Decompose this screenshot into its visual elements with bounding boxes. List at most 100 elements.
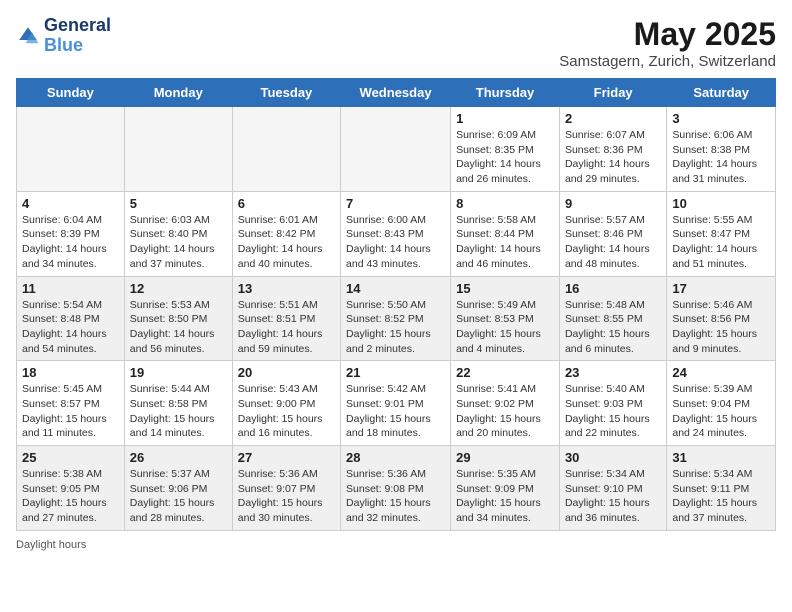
week-row-0: 1 Sunrise: 6:09 AM Sunset: 8:35 PM Daylig…	[17, 107, 776, 192]
day-info: Sunrise: 6:07 AM Sunset: 8:36 PM Dayligh…	[565, 128, 661, 187]
logo-text: General Blue	[44, 16, 111, 56]
day-info: Sunrise: 5:50 AM Sunset: 8:52 PM Dayligh…	[346, 298, 445, 357]
day-number: 22	[456, 365, 554, 380]
day-info: Sunrise: 5:57 AM Sunset: 8:46 PM Dayligh…	[565, 213, 661, 272]
day-info: Sunrise: 6:09 AM Sunset: 8:35 PM Dayligh…	[456, 128, 554, 187]
calendar-cell: 4Sunrise: 6:04 AM Sunset: 8:39 PM Daylig…	[17, 191, 125, 276]
calendar-cell: 6Sunrise: 6:01 AM Sunset: 8:42 PM Daylig…	[232, 191, 340, 276]
calendar-cell: 19Sunrise: 5:44 AM Sunset: 8:58 PM Dayli…	[124, 361, 232, 446]
calendar-cell: 3Sunrise: 6:06 AM Sunset: 8:38 PM Daylig…	[667, 107, 776, 192]
logo-line1: General	[44, 16, 111, 36]
day-number: 30	[565, 450, 661, 465]
day-info: Sunrise: 5:36 AM Sunset: 9:08 PM Dayligh…	[346, 467, 445, 526]
day-info: Sunrise: 5:35 AM Sunset: 9:09 PM Dayligh…	[456, 467, 554, 526]
week-row-4: 25Sunrise: 5:38 AM Sunset: 9:05 PM Dayli…	[17, 446, 776, 531]
day-number: 8	[456, 196, 554, 211]
day-info: Sunrise: 5:48 AM Sunset: 8:55 PM Dayligh…	[565, 298, 661, 357]
header-sunday: Sunday	[17, 79, 125, 107]
day-info: Sunrise: 6:00 AM Sunset: 8:43 PM Dayligh…	[346, 213, 445, 272]
calendar-cell: 11Sunrise: 5:54 AM Sunset: 8:48 PM Dayli…	[17, 276, 125, 361]
day-info: Sunrise: 5:46 AM Sunset: 8:56 PM Dayligh…	[672, 298, 770, 357]
calendar-cell: 20 Sunrise: 5:43 AM Sunset: 9:00 PM Dayli…	[232, 361, 340, 446]
day-info: Sunrise: 5:36 AM Sunset: 9:07 PM Dayligh…	[238, 467, 335, 526]
day-info: Sunrise: 5:39 AM Sunset: 9:04 PM Dayligh…	[672, 382, 770, 441]
day-number: 17	[672, 281, 770, 296]
title-block: May 2025 Samstagern, Zurich, Switzerland	[559, 16, 776, 70]
header-friday: Friday	[559, 79, 666, 107]
calendar-cell: 26 Sunrise: 5:37 AM Sunset: 9:06 PM Dayli…	[124, 446, 232, 531]
day-info: Sunrise: 5:45 AM Sunset: 8:57 PM Dayligh…	[22, 382, 119, 441]
day-number: 26	[130, 450, 227, 465]
day-info: Sunrise: 6:01 AM Sunset: 8:42 PM Dayligh…	[238, 213, 335, 272]
header-thursday: Thursday	[451, 79, 560, 107]
day-number: 24	[672, 365, 770, 380]
day-number: 20	[238, 365, 335, 380]
week-row-2: 11Sunrise: 5:54 AM Sunset: 8:48 PM Dayli…	[17, 276, 776, 361]
day-info: Sunrise: 5:53 AM Sunset: 8:50 PM Dayligh…	[130, 298, 227, 357]
day-info: Sunrise: 6:03 AM Sunset: 8:40 PM Dayligh…	[130, 213, 227, 272]
day-info: Sunrise: 5:44 AM Sunset: 8:58 PM Dayligh…	[130, 382, 227, 441]
day-number: 1	[456, 111, 554, 126]
day-number: 25	[22, 450, 119, 465]
day-info: Sunrise: 5:42 AM Sunset: 9:01 PM Dayligh…	[346, 382, 445, 441]
logo-icon	[16, 24, 40, 48]
day-number: 31	[672, 450, 770, 465]
day-number: 5	[130, 196, 227, 211]
day-number: 18	[22, 365, 119, 380]
day-info: Sunrise: 5:37 AM Sunset: 9:06 PM Dayligh…	[130, 467, 227, 526]
calendar-cell: 22Sunrise: 5:41 AM Sunset: 9:02 PM Dayli…	[451, 361, 560, 446]
calendar-cell: 5 Sunrise: 6:03 AM Sunset: 8:40 PM Daylig…	[124, 191, 232, 276]
calendar-title: May 2025	[559, 16, 776, 53]
calendar-cell	[232, 107, 340, 192]
day-number: 11	[22, 281, 119, 296]
day-info: Sunrise: 5:55 AM Sunset: 8:47 PM Dayligh…	[672, 213, 770, 272]
calendar-cell: 1 Sunrise: 6:09 AM Sunset: 8:35 PM Daylig…	[451, 107, 560, 192]
day-number: 29	[456, 450, 554, 465]
header-tuesday: Tuesday	[232, 79, 340, 107]
day-number: 21	[346, 365, 445, 380]
day-number: 9	[565, 196, 661, 211]
calendar-cell: 13 Sunrise: 5:51 AM Sunset: 8:51 PM Dayli…	[232, 276, 340, 361]
week-row-3: 18 Sunrise: 5:45 AM Sunset: 8:57 PM Dayli…	[17, 361, 776, 446]
week-row-1: 4Sunrise: 6:04 AM Sunset: 8:39 PM Daylig…	[17, 191, 776, 276]
day-number: 2	[565, 111, 661, 126]
day-info: Sunrise: 5:43 AM Sunset: 9:00 PM Dayligh…	[238, 382, 335, 441]
footer: Daylight hours	[16, 539, 776, 551]
day-number: 16	[565, 281, 661, 296]
calendar-cell: 2 Sunrise: 6:07 AM Sunset: 8:36 PM Daylig…	[559, 107, 666, 192]
calendar-cell: 12 Sunrise: 5:53 AM Sunset: 8:50 PM Dayli…	[124, 276, 232, 361]
header-monday: Monday	[124, 79, 232, 107]
calendar-cell: 28 Sunrise: 5:36 AM Sunset: 9:08 PM Dayli…	[341, 446, 451, 531]
day-info: Sunrise: 5:58 AM Sunset: 8:44 PM Dayligh…	[456, 213, 554, 272]
calendar-cell: 23Sunrise: 5:40 AM Sunset: 9:03 PM Dayli…	[559, 361, 666, 446]
calendar-cell: 29 Sunrise: 5:35 AM Sunset: 9:09 PM Dayli…	[451, 446, 560, 531]
calendar-cell: 21 Sunrise: 5:42 AM Sunset: 9:01 PM Dayli…	[341, 361, 451, 446]
calendar-cell: 8 Sunrise: 5:58 AM Sunset: 8:44 PM Daylig…	[451, 191, 560, 276]
header-saturday: Saturday	[667, 79, 776, 107]
calendar-cell: 10Sunrise: 5:55 AM Sunset: 8:47 PM Dayli…	[667, 191, 776, 276]
calendar-cell: 14 Sunrise: 5:50 AM Sunset: 8:52 PM Dayli…	[341, 276, 451, 361]
day-number: 28	[346, 450, 445, 465]
calendar-cell: 16 Sunrise: 5:48 AM Sunset: 8:55 PM Dayli…	[559, 276, 666, 361]
calendar-cell	[124, 107, 232, 192]
calendar-cell: 18 Sunrise: 5:45 AM Sunset: 8:57 PM Dayli…	[17, 361, 125, 446]
day-info: Sunrise: 5:51 AM Sunset: 8:51 PM Dayligh…	[238, 298, 335, 357]
calendar-subtitle: Samstagern, Zurich, Switzerland	[559, 53, 776, 70]
footer-text: Daylight hours	[16, 539, 86, 551]
calendar-cell: 24 Sunrise: 5:39 AM Sunset: 9:04 PM Dayli…	[667, 361, 776, 446]
logo-line2: Blue	[44, 35, 83, 55]
day-number: 23	[565, 365, 661, 380]
calendar-cell: 31Sunrise: 5:34 AM Sunset: 9:11 PM Dayli…	[667, 446, 776, 531]
day-number: 13	[238, 281, 335, 296]
calendar-cell: 9 Sunrise: 5:57 AM Sunset: 8:46 PM Daylig…	[559, 191, 666, 276]
day-number: 14	[346, 281, 445, 296]
day-number: 27	[238, 450, 335, 465]
page-header: General Blue May 2025 Samstagern, Zurich…	[16, 16, 776, 70]
calendar-cell: 15Sunrise: 5:49 AM Sunset: 8:53 PM Dayli…	[451, 276, 560, 361]
calendar-cell: 17 Sunrise: 5:46 AM Sunset: 8:56 PM Dayli…	[667, 276, 776, 361]
header-row: SundayMondayTuesdayWednesdayThursdayFrid…	[17, 79, 776, 107]
header-wednesday: Wednesday	[341, 79, 451, 107]
calendar-cell: 25Sunrise: 5:38 AM Sunset: 9:05 PM Dayli…	[17, 446, 125, 531]
day-number: 12	[130, 281, 227, 296]
day-number: 15	[456, 281, 554, 296]
